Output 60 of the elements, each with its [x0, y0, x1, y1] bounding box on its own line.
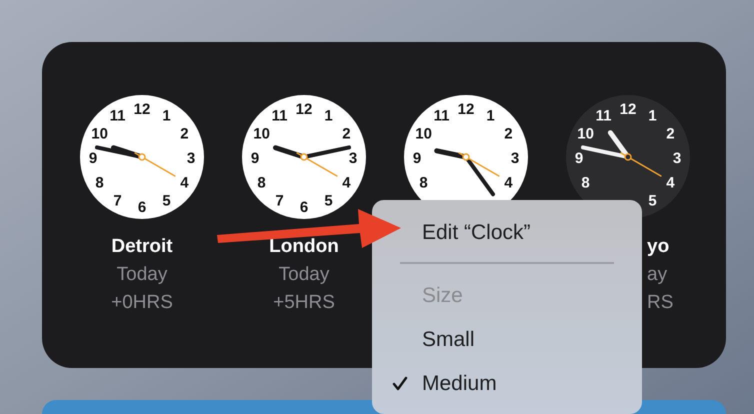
- clock-numeral: 10: [253, 126, 270, 142]
- clock-numeral: 3: [510, 150, 520, 167]
- day-label: Today: [116, 263, 168, 287]
- clock-pin: [624, 153, 632, 161]
- clock-numeral: 10: [577, 126, 594, 142]
- clock-numeral: 10: [91, 126, 108, 142]
- clock-numeral: 1: [486, 108, 495, 125]
- clock-numeral: 1: [324, 108, 333, 125]
- city-name: London: [269, 235, 339, 259]
- clock-numeral: 8: [581, 174, 590, 192]
- time-offset: +0HRS: [111, 291, 173, 315]
- clock-numeral: 2: [504, 126, 513, 142]
- clock-numeral: 9: [88, 150, 98, 167]
- time-offset: RS: [647, 291, 674, 315]
- time-offset: +5HRS: [273, 291, 335, 315]
- clock-numeral: 12: [458, 101, 474, 118]
- clock-numeral: 11: [272, 108, 288, 125]
- clock-numeral: 5: [648, 192, 657, 210]
- clock-numeral: 3: [672, 150, 682, 167]
- clock-numeral: 8: [257, 174, 266, 192]
- clock-numeral: 9: [412, 150, 422, 167]
- clock-numeral: 8: [95, 174, 104, 192]
- clock-numeral: 12: [620, 101, 636, 118]
- clock-numeral: 8: [419, 174, 428, 192]
- clock-numeral: 1: [648, 108, 657, 125]
- clock-numeral: 3: [186, 150, 196, 167]
- clock-numeral: 7: [275, 192, 284, 210]
- clock-numeral: 2: [666, 126, 675, 142]
- clock-numeral: 2: [180, 126, 189, 142]
- clock-numeral: 4: [504, 174, 513, 192]
- clock-numeral: 9: [574, 150, 584, 167]
- clock-pin: [462, 153, 470, 161]
- clock-pin: [138, 153, 146, 161]
- clock-numeral: 2: [342, 126, 351, 142]
- clock-numeral: 10: [415, 126, 432, 142]
- clock-numeral: 11: [110, 108, 126, 125]
- clock-numeral: 5: [324, 192, 333, 210]
- day-label: Today: [278, 263, 330, 287]
- clock-numeral: 6: [138, 199, 146, 216]
- menu-item[interactable]: Edit “Clock”: [408, 214, 622, 252]
- menu-item[interactable]: Medium: [372, 362, 642, 406]
- city-name: yo: [647, 235, 670, 259]
- clock-numeral: 3: [348, 150, 358, 167]
- clock-numeral: 12: [134, 101, 150, 118]
- clock-numeral: 1: [162, 108, 171, 125]
- clock-numeral: 4: [342, 174, 351, 192]
- city-name: Detroit: [111, 235, 173, 259]
- clock-numeral: 6: [300, 199, 308, 216]
- clock-numeral: 11: [434, 108, 450, 125]
- clock-pin: [300, 153, 308, 161]
- clock-numeral: 7: [113, 192, 122, 210]
- clock-numeral: 4: [666, 174, 675, 192]
- clock-numeral: 4: [180, 174, 189, 192]
- clock-numeral: 12: [296, 101, 312, 118]
- menu-item[interactable]: Small: [372, 318, 642, 362]
- clock-numeral: 5: [162, 192, 171, 210]
- clock-numeral: 11: [596, 108, 612, 125]
- clock-numeral: 9: [250, 150, 260, 167]
- menu-section-header: Size: [421, 283, 464, 310]
- day-label: ay: [647, 263, 668, 287]
